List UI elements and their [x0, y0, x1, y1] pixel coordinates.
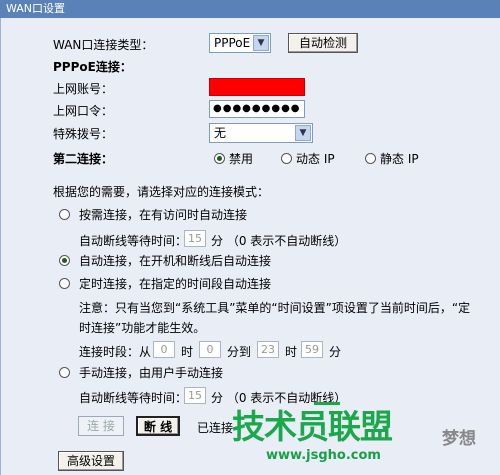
special-dial-value: 无: [214, 126, 227, 140]
manual-wait-label: 自动断线等待时间：: [79, 391, 188, 405]
watermark-logo-text: 技术员联盟: [232, 407, 393, 446]
minute-to-label: 分到: [227, 345, 252, 359]
on-demand-label: 按需连接，在有访问时自动连接: [79, 208, 248, 222]
password-input[interactable]: ●●●●●●●●●: [209, 100, 305, 118]
wan-type-value: PPPoE: [214, 36, 251, 50]
manual-connect-label: 手动连接，由用户手动连接: [79, 366, 224, 380]
pppoe-section-label: PPPoE连接：: [53, 60, 132, 74]
hour-unit-2: 时: [285, 345, 298, 359]
second-static-ip-label: 静态 IP: [380, 152, 419, 166]
on-demand-wait-input[interactable]: 15: [184, 230, 206, 247]
auto-detect-button[interactable]: 自动检测: [288, 33, 358, 53]
password-label: 上网口令：: [53, 104, 114, 118]
connect-button[interactable]: 连 接: [78, 416, 124, 436]
from-hour-input[interactable]: 0: [153, 341, 175, 358]
manual-connect-radio[interactable]: [59, 367, 70, 378]
on-demand-wait-unit: 分 （0 表示不自动断线）: [211, 234, 347, 248]
auto-connect-label: 自动连接，在开机和断线后自动连接: [79, 254, 272, 268]
on-demand-wait-label: 自动断线等待时间：: [79, 234, 188, 248]
to-minute-input[interactable]: 59: [301, 341, 323, 358]
wan-type-label: WAN口连接类型：: [53, 38, 154, 52]
advanced-settings-button[interactable]: 高级设置: [58, 451, 124, 471]
manual-wait-input[interactable]: 15: [184, 387, 206, 404]
minute-unit-2: 分: [329, 345, 342, 359]
auto-connect-radio[interactable]: [59, 255, 70, 266]
timed-connect-radio[interactable]: [59, 278, 70, 289]
timed-note-line2: 时连接”功能才能生效。: [79, 321, 206, 335]
account-input[interactable]: [209, 78, 305, 96]
disconnect-button[interactable]: 断 线: [136, 416, 180, 436]
second-disable-radio[interactable]: [214, 153, 225, 164]
second-dynamic-ip-radio[interactable]: [281, 153, 292, 164]
period-label: 连接时段：从: [79, 345, 152, 359]
timed-connect-label: 定时连接，在指定的时间段自动连接: [79, 277, 272, 291]
second-disable-label: 禁用: [229, 152, 254, 166]
watermark-url: www.jsgho.com: [266, 448, 381, 463]
on-demand-radio[interactable]: [59, 209, 70, 220]
watermark-side-text: 梦想: [442, 429, 476, 449]
second-static-ip-radio[interactable]: [365, 153, 376, 164]
from-minute-input[interactable]: 0: [199, 341, 221, 358]
window-title: WAN口设置: [0, 0, 500, 18]
second-connection-label: 第二连接：: [53, 152, 114, 166]
connection-status: 已连接: [197, 421, 234, 435]
wan-type-select[interactable]: PPPoE ▼: [209, 33, 271, 53]
hour-unit-1: 时: [181, 345, 194, 359]
account-label: 上网账号：: [53, 82, 114, 96]
to-hour-input[interactable]: 23: [257, 341, 279, 358]
timed-note-line1: 注意：只有当您到“系统工具”菜单的“时间设置”项设置了当前时间后，“定: [79, 301, 471, 315]
chevron-down-icon: ▼: [253, 35, 269, 51]
special-dial-select[interactable]: 无 ▼: [209, 123, 313, 143]
chevron-down-icon: ▼: [295, 125, 311, 141]
mode-intro-text: 根据您的需要，请选择对应的连接模式：: [53, 185, 270, 199]
second-dynamic-ip-label: 动态 IP: [296, 152, 335, 166]
special-dial-label: 特殊拨号：: [53, 127, 114, 141]
